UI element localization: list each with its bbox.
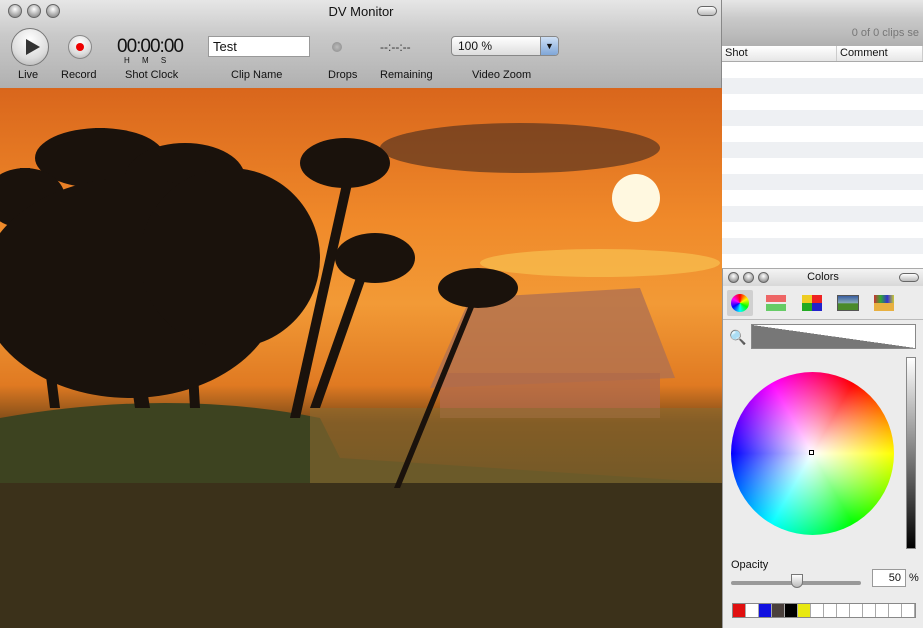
colors-panel: Colors 🔍 Opacity 50 %: [722, 268, 923, 628]
live-label: Live: [18, 69, 39, 81]
brightness-slider[interactable]: [906, 357, 916, 549]
minimize-button[interactable]: [743, 272, 754, 283]
shot-clock-units: H M S: [124, 56, 167, 65]
color-swatch[interactable]: [798, 604, 811, 617]
color-wheel-tab[interactable]: [727, 289, 753, 316]
clip-name-label: Clip Name: [231, 69, 283, 81]
color-swatch[interactable]: [811, 604, 824, 617]
toolbar-toggle-button[interactable]: [899, 273, 919, 282]
clip-name-input[interactable]: Test: [208, 36, 310, 57]
sliders-icon: [766, 294, 786, 311]
color-swatch[interactable]: [824, 604, 837, 617]
dv-monitor-window: DV Monitor 00:00:00 H M S Test --:--:-- …: [0, 0, 722, 628]
magnifier-icon[interactable]: 🔍: [729, 329, 746, 346]
chevron-down-icon: ▼: [540, 37, 558, 55]
toolbar: DV Monitor 00:00:00 H M S Test --:--:-- …: [0, 0, 722, 88]
palette-icon: [802, 294, 822, 311]
color-swatch[interactable]: [863, 604, 876, 617]
record-label: Record: [61, 69, 97, 81]
color-swatch[interactable]: [772, 604, 785, 617]
clips-window: 0 of 0 clips se Shot Comment: [722, 0, 923, 268]
video-frame-image: [0, 123, 722, 628]
video-zoom-value: 100 %: [458, 39, 493, 53]
color-palettes-tab[interactable]: [799, 290, 825, 316]
color-swatch[interactable]: [889, 604, 902, 617]
remaining-time: --:--:--: [380, 40, 411, 54]
clips-status: 0 of 0 clips se: [722, 0, 923, 46]
swatch-palette: [732, 603, 916, 618]
percent-label: %: [909, 572, 919, 584]
video-zoom-select[interactable]: 100 % ▼: [451, 36, 559, 56]
color-wheel-icon: [731, 293, 749, 312]
crayons-icon: [874, 294, 894, 311]
close-button[interactable]: [728, 272, 739, 283]
remaining-label: Remaining: [380, 69, 433, 81]
color-swatch[interactable]: [902, 604, 915, 617]
color-swatch[interactable]: [733, 604, 746, 617]
color-swatch[interactable]: [746, 604, 759, 617]
image-palettes-tab[interactable]: [835, 290, 861, 316]
record-button[interactable]: [68, 35, 92, 59]
shot-clock-label: Shot Clock: [125, 69, 179, 81]
opacity-input[interactable]: 50: [872, 569, 906, 587]
video-preview: [0, 88, 722, 628]
color-wheel-cursor[interactable]: [809, 450, 814, 455]
clips-table-body: [722, 62, 923, 270]
opacity-slider-thumb[interactable]: [791, 574, 803, 588]
window-title: DV Monitor: [328, 4, 394, 19]
color-swatch[interactable]: [759, 604, 772, 617]
drops-indicator: [332, 42, 342, 52]
color-swatch[interactable]: [850, 604, 863, 617]
clips-table-header: Shot Comment: [722, 46, 923, 62]
color-sliders-tab[interactable]: [763, 290, 789, 316]
drops-label: Drops: [328, 69, 358, 81]
current-color-well[interactable]: [751, 324, 916, 349]
crayons-tab[interactable]: [871, 290, 897, 316]
live-play-button[interactable]: [11, 28, 49, 66]
zoom-button[interactable]: [758, 272, 769, 283]
color-wheel[interactable]: [731, 372, 894, 535]
color-swatch[interactable]: [837, 604, 850, 617]
video-zoom-label: Video Zoom: [472, 69, 532, 81]
column-comment[interactable]: Comment: [837, 46, 923, 61]
color-swatch[interactable]: [785, 604, 798, 617]
opacity-label: Opacity: [731, 559, 769, 571]
shot-clock: 00:00:00: [117, 36, 184, 57]
color-mode-tabs: [723, 286, 923, 320]
column-shot[interactable]: Shot: [722, 46, 837, 61]
color-swatch[interactable]: [876, 604, 889, 617]
toolbar-toggle-button[interactable]: [697, 6, 717, 16]
image-icon: [837, 294, 859, 311]
